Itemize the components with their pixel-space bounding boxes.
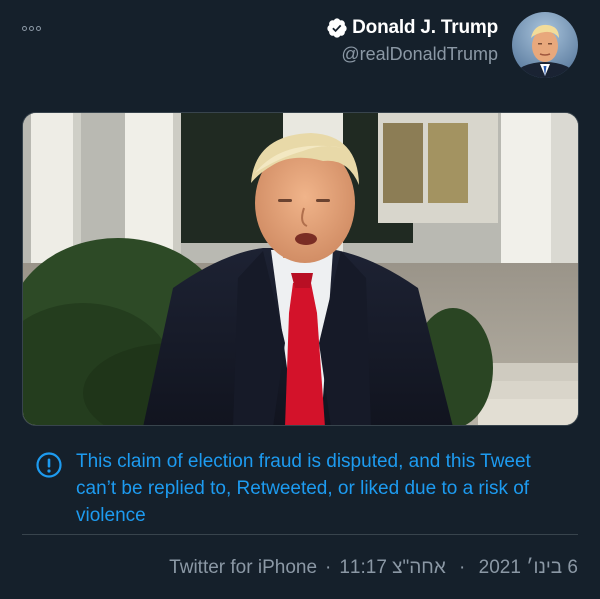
- avatar-image: [512, 12, 578, 78]
- tweet-video[interactable]: [22, 112, 579, 426]
- meta-separator: ·: [325, 557, 332, 578]
- tweet-source-link[interactable]: Twitter for iPhone: [169, 557, 317, 579]
- dot-icon: [29, 25, 34, 31]
- verified-badge-icon: [327, 18, 347, 38]
- warning-text: This claim of election fraud is disputed…: [76, 451, 531, 526]
- warning-text-wrapper: This claim of election fraud is disputed…: [76, 448, 576, 529]
- divider: [22, 534, 578, 535]
- dot-icon: [22, 25, 27, 31]
- avatar[interactable]: [512, 12, 578, 78]
- tweet-time: 11:17: [339, 557, 387, 578]
- dot-icon: [36, 25, 41, 31]
- tweet-time-suffix: אחה"צ: [392, 557, 446, 578]
- tweet-date-text: 6 בינו׳ 2021: [478, 557, 578, 578]
- meta-separator: ·: [459, 557, 466, 578]
- author-name-row: Donald J. Trump: [326, 17, 498, 39]
- tweet: Donald J. Trump @realDonaldTrump This cl…: [0, 0, 600, 599]
- author-name: Donald J. Trump: [352, 17, 498, 38]
- more-options-button[interactable]: [22, 22, 48, 34]
- alert-circle-icon: [36, 452, 62, 478]
- tweet-meta: Twitter for iPhone · 6 בינו׳ 2021 · אחה"…: [169, 557, 578, 579]
- disputed-claim-warning[interactable]: This claim of election fraud is disputed…: [36, 448, 576, 529]
- video-still-image: [23, 113, 578, 425]
- author-info[interactable]: Donald J. Trump @realDonaldTrump: [326, 17, 498, 65]
- author-handle: @realDonaldTrump: [341, 44, 498, 64]
- tweet-date[interactable]: 6 בינו׳ 2021 · אחה"צ 11:17: [339, 557, 578, 579]
